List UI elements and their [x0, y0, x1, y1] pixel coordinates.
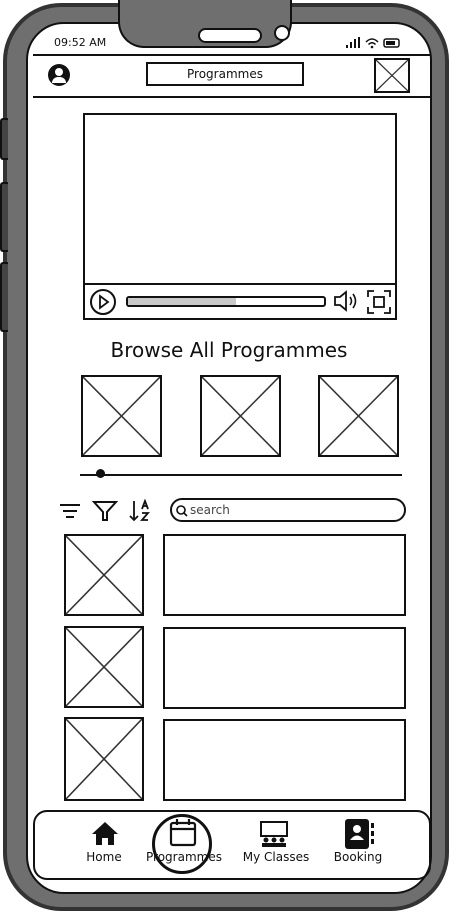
status-time: 09:52 AM	[54, 36, 107, 49]
list-item-thumbnail[interactable]	[64, 534, 144, 616]
status-divider	[33, 54, 431, 56]
header-image-placeholder[interactable]	[374, 58, 410, 93]
video-progress-fill	[128, 298, 236, 305]
speaker	[198, 28, 262, 43]
active-nav-indicator	[152, 814, 212, 874]
list-item[interactable]	[163, 534, 406, 616]
side-button	[0, 118, 8, 160]
list-item[interactable]	[163, 627, 406, 709]
home-icon	[90, 820, 120, 850]
carousel-scrollbar[interactable]	[80, 474, 402, 476]
carousel-scroll-handle[interactable]	[96, 469, 105, 478]
classroom-icon	[258, 820, 290, 852]
fullscreen-icon[interactable]	[366, 289, 392, 319]
sort-lines-icon[interactable]	[58, 500, 82, 526]
side-button	[0, 182, 8, 252]
signal-icon	[346, 37, 400, 49]
sort-az-icon[interactable]	[128, 498, 154, 527]
camera	[274, 25, 290, 41]
header-divider	[33, 96, 431, 98]
play-icon	[99, 294, 110, 310]
side-button	[0, 262, 8, 332]
nav-my-classes[interactable]: My Classes	[231, 850, 321, 864]
list-item[interactable]	[163, 719, 406, 801]
page-title: Programmes	[146, 62, 304, 86]
search-placeholder: search	[190, 503, 230, 517]
section-heading: Browse All Programmes	[110, 338, 348, 362]
nav-home[interactable]: Home	[59, 850, 149, 864]
status-icons	[344, 36, 408, 53]
contact-book-icon	[343, 818, 375, 854]
nav-booking[interactable]: Booking	[313, 850, 403, 864]
list-item-thumbnail[interactable]	[64, 717, 144, 801]
filter-icon[interactable]	[91, 499, 119, 527]
volume-icon[interactable]	[332, 288, 360, 318]
play-button[interactable]	[90, 289, 116, 315]
profile-avatar-icon[interactable]	[48, 64, 70, 86]
list-item-thumbnail[interactable]	[64, 626, 144, 708]
search-input[interactable]: search	[170, 498, 406, 522]
programme-thumbnail[interactable]	[318, 375, 399, 457]
programme-thumbnail[interactable]	[81, 375, 162, 457]
search-icon	[175, 503, 189, 522]
programme-thumbnail[interactable]	[200, 375, 281, 457]
